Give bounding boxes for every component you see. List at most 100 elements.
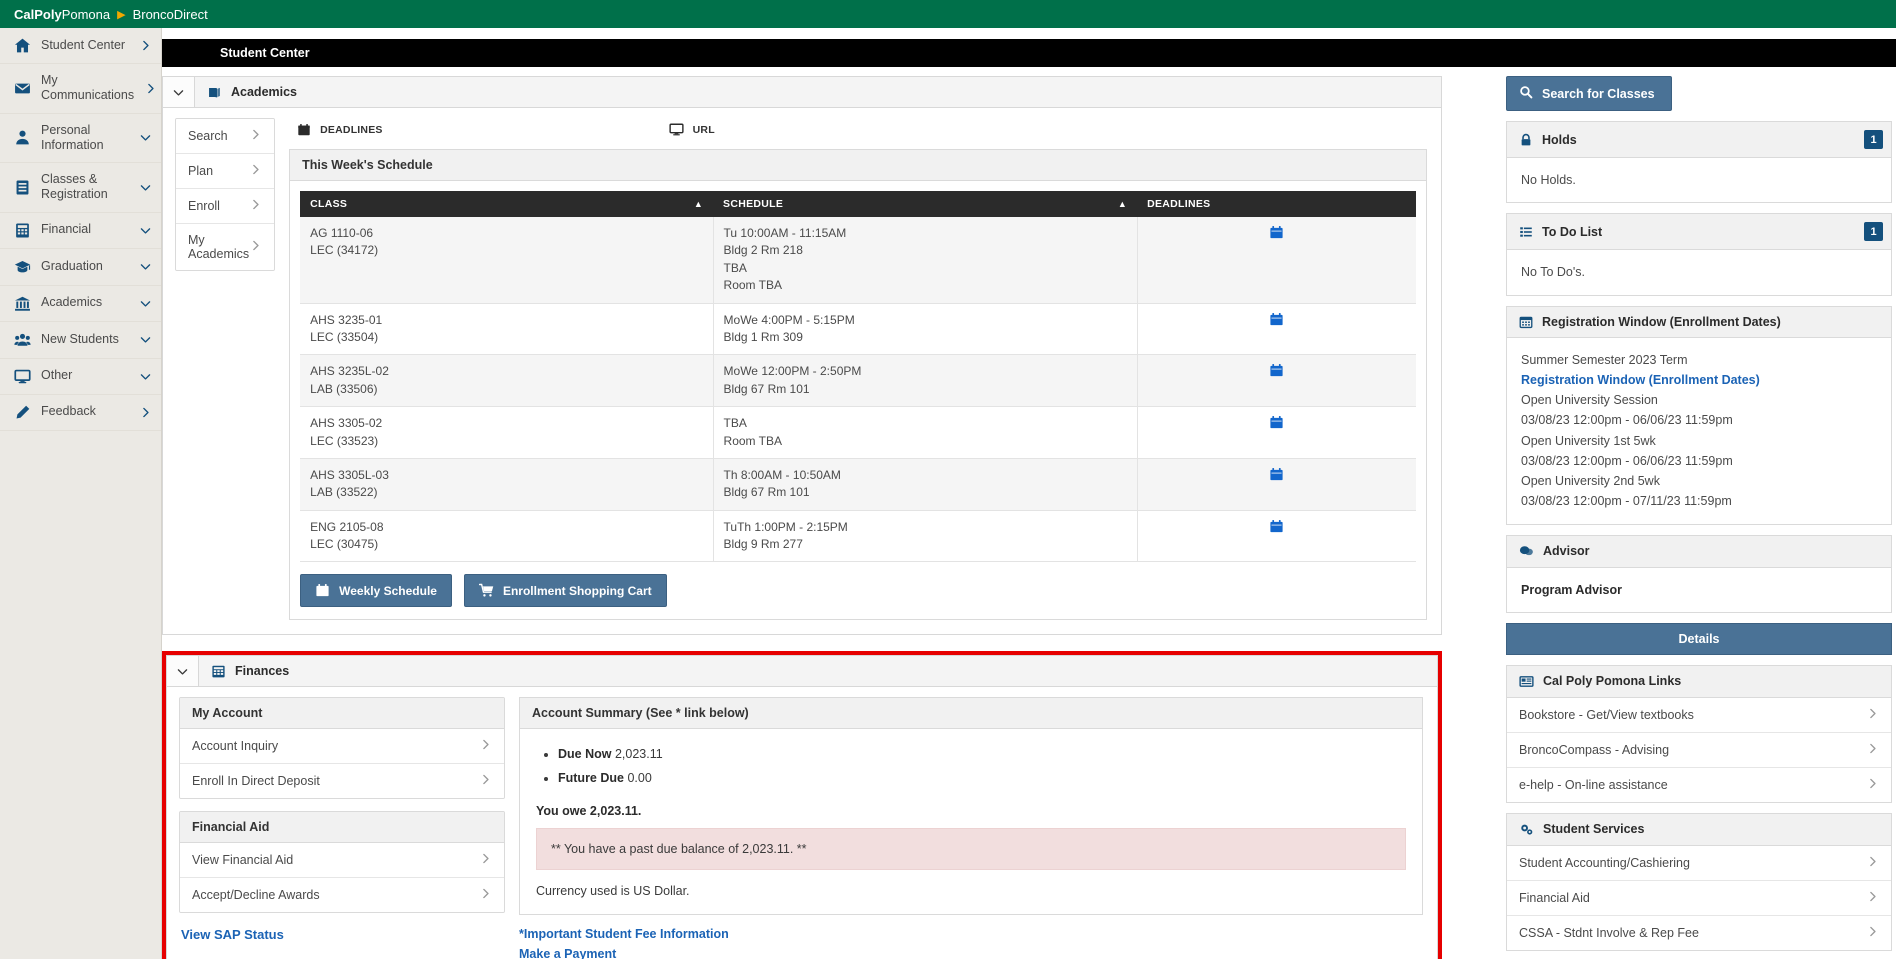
chevron-right-icon[interactable] (139, 406, 152, 419)
chevron-down-icon[interactable] (139, 224, 152, 237)
academics-link-row[interactable]: Plan (176, 154, 275, 189)
cpp-link-row[interactable]: BroncoCompass - Advising (1507, 733, 1891, 768)
financial-aid-link-row[interactable]: View Financial Aid (180, 843, 504, 879)
financial-aid-link-row[interactable]: Accept/Decline Awards (180, 878, 504, 913)
details-button[interactable]: Details (1506, 622, 1892, 655)
chevron-right-icon[interactable] (1866, 707, 1879, 723)
chevron-right-icon[interactable] (479, 852, 492, 868)
cpp-link-label: Bookstore - Get/View textbooks (1519, 707, 1694, 722)
sidebar-item-graduation[interactable]: Graduation (0, 249, 161, 286)
calendar-icon[interactable] (1269, 415, 1284, 430)
chevron-right-icon[interactable] (139, 39, 152, 52)
chevron-right-icon[interactable] (1866, 742, 1879, 758)
search-for-classes-button[interactable]: Search for Classes (1506, 76, 1672, 111)
sort-ascending-icon[interactable]: ▲ (694, 199, 703, 209)
class-code: AHS 3305L-03 (310, 467, 389, 482)
my-account-link-header: My Account (180, 698, 504, 730)
sort-ascending-icon-2[interactable]: ▲ (1118, 199, 1127, 209)
todo-body: No To Do's. (1507, 250, 1891, 294)
button-label: Enrollment Shopping Cart (502, 583, 652, 598)
chevron-down-icon[interactable] (139, 370, 152, 383)
chevron-right-icon[interactable] (1866, 890, 1879, 906)
schedule-line: Bldg 9 Rm 277 (723, 537, 803, 552)
cpp-link-row[interactable]: Bookstore - Get/View textbooks (1507, 698, 1891, 733)
chevron-right-icon[interactable] (479, 738, 492, 754)
chevron-right-icon[interactable] (1866, 777, 1879, 793)
academics-link-row[interactable]: Search (176, 119, 275, 154)
finances-panel-title-wrap: Finances (199, 656, 1437, 686)
sidebar-item-personal-information[interactable]: Personal Information (0, 114, 161, 163)
sidebar-item-feedback[interactable]: Feedback (0, 395, 161, 431)
academics-link-row[interactable]: Enroll (176, 189, 275, 224)
chevron-down-icon[interactable] (139, 260, 152, 273)
col-header-schedule[interactable]: SCHEDULE ▲ (713, 191, 1138, 217)
weekly-schedule-button[interactable]: Weekly Schedule (300, 574, 452, 608)
sidebar-item-new-students[interactable]: New Students (0, 322, 161, 359)
chevron-right-icon[interactable] (144, 82, 157, 95)
chevron-right-icon[interactable] (479, 887, 492, 903)
chevron-down-icon[interactable] (139, 131, 152, 144)
finances-panel-header: Finances (166, 655, 1438, 688)
chevron-down-icon[interactable] (139, 297, 152, 310)
calendar-icon[interactable] (1269, 519, 1284, 534)
chevron-right-icon[interactable] (1866, 925, 1879, 941)
table-row: AHS 3305-02 LEC (33523) TBA Room TBA (300, 406, 1417, 459)
academics-link-row[interactable]: My Academics (176, 224, 275, 270)
col-header-class[interactable]: CLASS ▲ (300, 191, 714, 217)
schedule-card-title: This Week's Schedule (290, 150, 1427, 181)
my-account-link-row[interactable]: Account Inquiry (180, 729, 504, 765)
chevron-right-icon[interactable] (249, 198, 262, 214)
calendar-icon[interactable] (1269, 225, 1284, 240)
financial-aid-link-label: Accept/Decline Awards (192, 888, 320, 903)
student-service-link-row[interactable]: Student Accounting/Cashiering (1507, 846, 1891, 881)
my-account-link-row[interactable]: Enroll In Direct Deposit (180, 764, 504, 799)
calendar-icon[interactable] (1269, 363, 1284, 378)
calendar-icon[interactable] (1269, 467, 1284, 482)
book-list-icon (14, 179, 31, 196)
book-icon (207, 85, 222, 100)
student-service-link-row[interactable]: Financial Aid (1507, 881, 1891, 916)
important-student-fee-information-link[interactable]: *Important Student Fee Information (519, 927, 1423, 941)
chevron-down-icon[interactable] (139, 181, 152, 194)
view-sap-status-link[interactable]: View SAP Status (179, 927, 505, 942)
cpp-link-row[interactable]: e-help - On-line assistance (1507, 768, 1891, 802)
student-service-link-row[interactable]: CSSA - Stdnt Involve & Rep Fee (1507, 916, 1891, 950)
registration-window-link[interactable]: Registration Window (Enrollment Dates) (1521, 370, 1877, 390)
sidebar-item-my-communications[interactable]: My Communications (0, 64, 161, 114)
advisor-title: Advisor (1543, 544, 1590, 558)
sidebar-item-other[interactable]: Other (0, 359, 161, 395)
chevron-right-icon[interactable] (249, 163, 262, 179)
chevron-right-icon[interactable] (249, 128, 262, 144)
academics-collapse-toggle[interactable] (163, 77, 195, 107)
sidebar-item-label: Personal Information (41, 122, 104, 152)
class-cell: AG 1110-06 LEC (34172) (300, 217, 714, 304)
sidebar-item-student-center[interactable]: Student Center (0, 28, 161, 64)
table-row: AHS 3235-01 LEC (33504) MoWe 4:00PM - 5:15… (300, 303, 1417, 356)
chevron-down-icon[interactable] (139, 333, 152, 346)
advisor-card: Advisor Program Advisor (1506, 534, 1892, 613)
financial-aid-link-label: View Financial Aid (192, 853, 294, 868)
registration-sessions: Open University Session 03/08/23 12:00pm … (1521, 390, 1877, 512)
cpp-links-header: Cal Poly Pomona Links (1507, 665, 1891, 698)
calendar-icon[interactable] (1269, 312, 1284, 327)
enrollment-shopping-cart-button[interactable]: Enrollment Shopping Cart (463, 574, 667, 608)
currency-note: Currency used is US Dollar. (536, 883, 690, 898)
sidebar-item-label: Academics (41, 295, 103, 310)
my-account-card: My Account Account Inquiry Enroll In Direc… (179, 697, 505, 800)
chevron-right-icon[interactable] (249, 239, 262, 255)
sidebar-item-label: Feedback (41, 404, 96, 419)
holds-empty-text: No Holds. (1521, 173, 1576, 187)
chevron-right-icon[interactable] (1866, 855, 1879, 871)
sidebar-item-label: Financial (41, 222, 92, 237)
make-a-payment-link[interactable]: Make a Payment (519, 947, 1423, 959)
table-row: AHS 3305L-03 LAB (33522) Th 8:00AM - 10:50… (300, 458, 1417, 511)
sidebar-item-classes-registration[interactable]: Classes & Registration (0, 163, 161, 213)
sidebar-item-academics[interactable]: Academics (0, 286, 161, 322)
finances-collapse-toggle[interactable] (167, 656, 199, 687)
chevron-right-icon[interactable] (479, 773, 492, 789)
academics-links-column: Search Plan Enroll My Academics (163, 118, 289, 620)
sidebar-item-financial[interactable]: Financial (0, 213, 161, 249)
brand-logo[interactable]: CalPolyPomona (14, 7, 110, 22)
sidebar-item-label: Student Center (41, 37, 126, 52)
academics-panel: Academics Search Plan Enroll My Academics D… (162, 76, 1442, 636)
